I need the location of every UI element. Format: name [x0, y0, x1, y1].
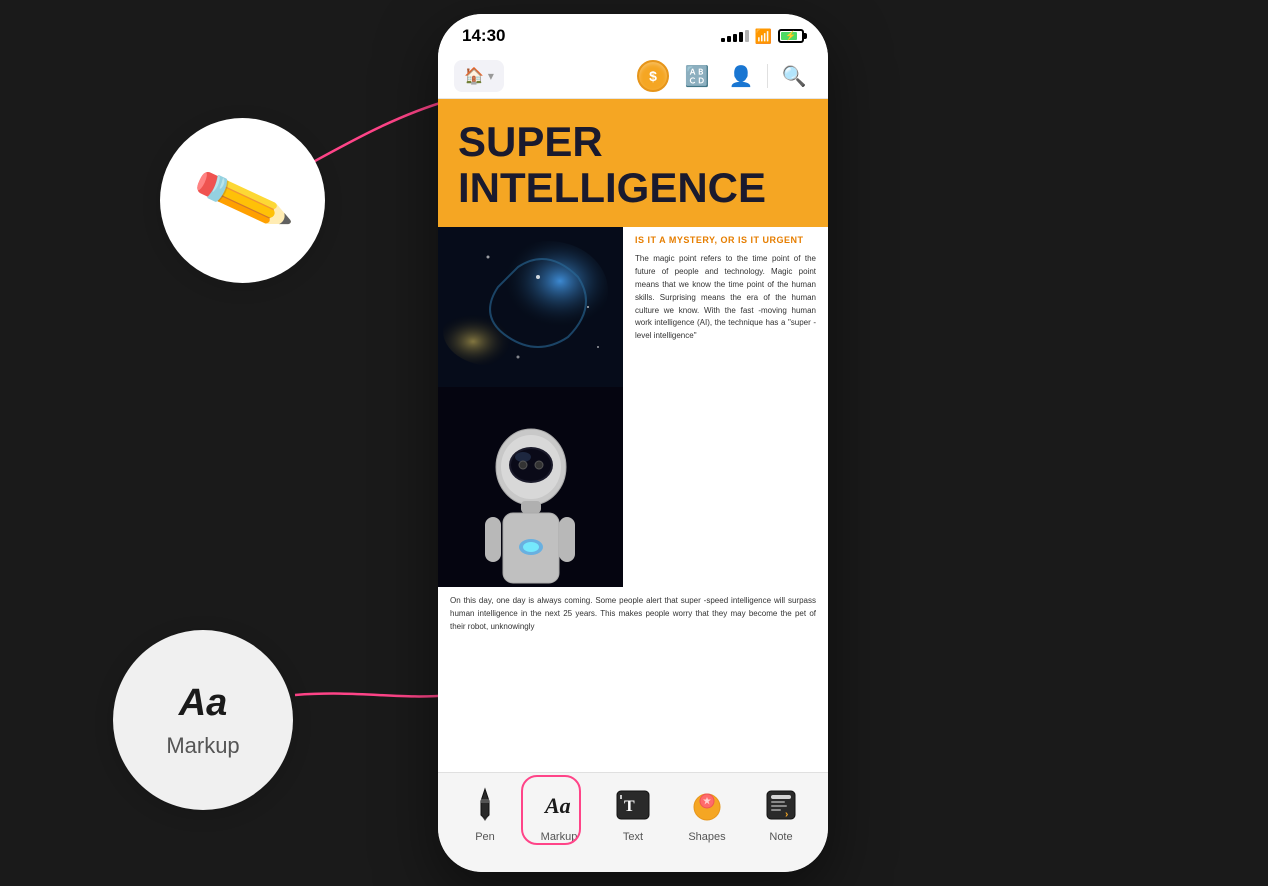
- doc-top-section: IS IT A MYSTERY, OR IS IT URGENT The mag…: [438, 227, 828, 587]
- battery-icon: ⚡: [778, 29, 804, 43]
- svg-text:Aa: Aa: [543, 793, 571, 818]
- translate-icon: 🔠: [685, 64, 710, 89]
- coin-icon: $: [649, 68, 657, 84]
- document-area: SUPER INTELLIGENCE: [438, 99, 828, 817]
- doc-title-line2: INTELLIGENCE: [458, 165, 808, 211]
- doc-subtitle: IS IT A MYSTERY, OR IS IT URGENT: [635, 235, 816, 245]
- doc-images: [438, 227, 623, 587]
- robot-svg: [438, 387, 623, 587]
- search-icon: 🔍: [782, 64, 807, 89]
- tool-shapes[interactable]: Shapes: [677, 783, 737, 843]
- bottom-toolbar: Pen Aa Markup T Text: [438, 772, 828, 872]
- shapes-label: Shapes: [688, 831, 725, 843]
- home-icon: 🏠: [464, 66, 484, 86]
- svg-text:T: T: [624, 798, 635, 815]
- nebula-image: [438, 227, 623, 387]
- chevron-down-icon: ▾: [488, 69, 494, 83]
- pen-label: Pen: [475, 831, 495, 843]
- status-time: 14:30: [462, 26, 505, 46]
- markup-label: Markup: [541, 831, 578, 843]
- doc-title-line1: SUPER: [458, 119, 808, 165]
- doc-body-paragraph1: The magic point refers to the time point…: [635, 253, 816, 343]
- eraser-icon-large: ✏️: [188, 147, 298, 254]
- robot-image: [438, 387, 623, 587]
- phone-frame: 14:30 📶 ⚡ 🏠 ▾ $: [438, 14, 828, 872]
- text-label: Text: [623, 831, 643, 843]
- doc-content: IS IT A MYSTERY, OR IS IT URGENT The mag…: [438, 227, 828, 641]
- search-button[interactable]: 🔍: [776, 58, 812, 94]
- note-icon: ›: [759, 783, 803, 827]
- status-icons: 📶 ⚡: [721, 28, 804, 45]
- markup-callout-aa: Aa: [179, 682, 228, 725]
- text-icon: T: [611, 783, 655, 827]
- tool-markup[interactable]: Aa Markup: [529, 783, 589, 843]
- nebula-svg: [438, 227, 623, 387]
- markup-callout-label: Markup: [166, 733, 239, 759]
- pen-callout-circle: ✏️: [160, 118, 325, 283]
- bolt-icon: ⚡: [785, 31, 796, 42]
- doc-body-paragraph2: On this day, one day is always coming. S…: [438, 587, 828, 641]
- shapes-icon: [685, 783, 729, 827]
- coin-button[interactable]: $: [635, 58, 671, 94]
- markup-callout-circle: Aa Markup: [113, 630, 293, 810]
- nav-bar: 🏠 ▾ $ 🔠 👤 🔍: [438, 54, 828, 99]
- nav-divider: [767, 64, 768, 88]
- person-icon: 👤: [729, 64, 754, 89]
- wifi-icon: 📶: [755, 28, 772, 45]
- tool-note[interactable]: › Note: [751, 783, 811, 843]
- markup-icon: Aa: [537, 783, 581, 827]
- doc-header: SUPER INTELLIGENCE: [438, 99, 828, 227]
- doc-text-col: IS IT A MYSTERY, OR IS IT URGENT The mag…: [623, 227, 828, 587]
- tool-pen[interactable]: Pen: [455, 783, 515, 843]
- coin-badge: $: [637, 60, 669, 92]
- tool-text[interactable]: T Text: [603, 783, 663, 843]
- user-button[interactable]: 👤: [723, 58, 759, 94]
- status-bar: 14:30 📶 ⚡: [438, 14, 828, 54]
- pen-icon: [463, 783, 507, 827]
- signal-dots: [721, 30, 749, 42]
- translate-button[interactable]: 🔠: [679, 58, 715, 94]
- svg-text:›: ›: [785, 809, 788, 820]
- home-button[interactable]: 🏠 ▾: [454, 60, 504, 92]
- note-label: Note: [769, 831, 792, 843]
